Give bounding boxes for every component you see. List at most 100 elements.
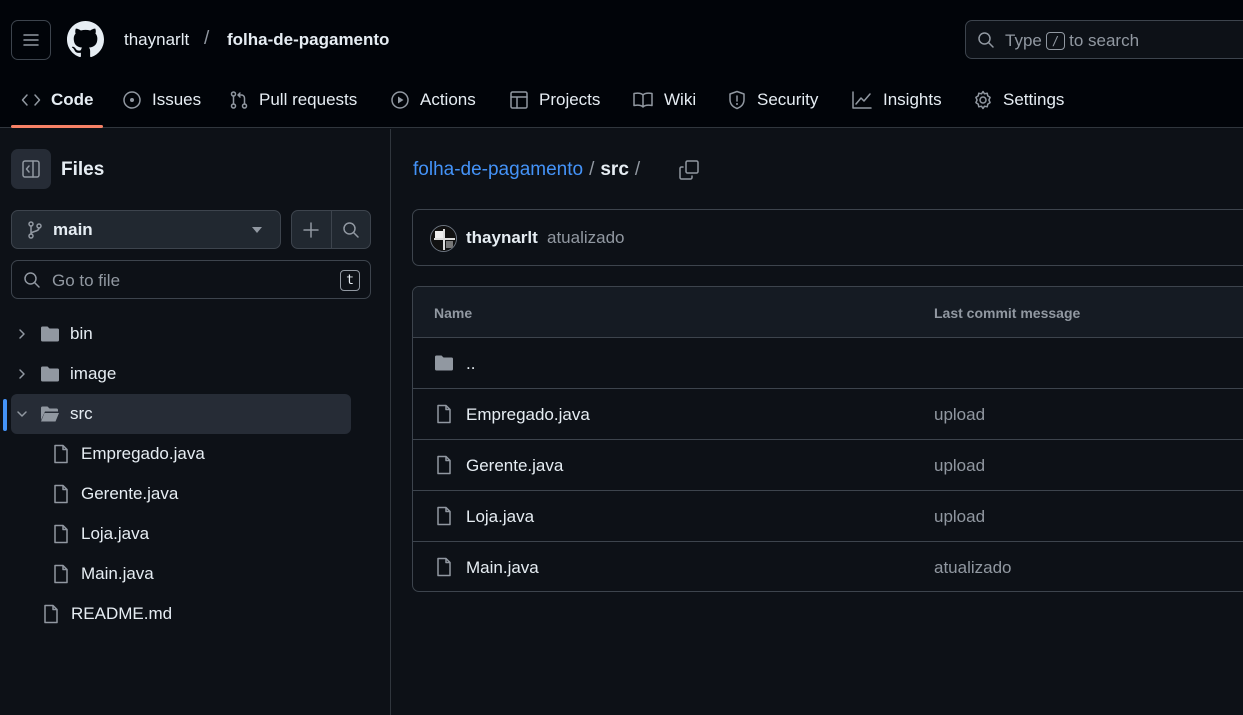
file-icon bbox=[437, 455, 451, 475]
file-icon bbox=[437, 404, 451, 424]
tab-issues[interactable]: Issues bbox=[122, 86, 201, 114]
tab-settings[interactable]: Settings bbox=[973, 86, 1064, 114]
search-shortcut-key: / bbox=[1045, 32, 1066, 50]
commit-message-link[interactable]: atualizado bbox=[934, 558, 1012, 578]
book-icon bbox=[633, 92, 653, 108]
latest-commit-box: thaynarlt atualizado bbox=[412, 209, 1243, 266]
table-row: Empregado.java upload bbox=[413, 389, 1243, 440]
commit-message-link[interactable]: upload bbox=[934, 507, 985, 527]
selected-item-indicator bbox=[3, 399, 7, 431]
branch-selector[interactable]: main bbox=[11, 210, 281, 249]
files-title: Files bbox=[61, 159, 105, 180]
file-icon bbox=[44, 604, 58, 624]
breadcrumb-repo-link[interactable]: folha-de-pagamento bbox=[413, 159, 583, 181]
chevron-down-icon bbox=[17, 411, 27, 417]
table-header: Name Last commit message bbox=[413, 287, 1243, 338]
avatar[interactable] bbox=[430, 225, 457, 252]
active-tab-indicator bbox=[11, 125, 103, 128]
breadcrumb-separator: / bbox=[204, 28, 210, 49]
folder-icon bbox=[41, 326, 59, 342]
go-to-file-shortcut: t bbox=[340, 270, 360, 291]
file-name-link[interactable]: Main.java bbox=[466, 558, 539, 578]
tree-item-gerente-java[interactable]: Gerente.java bbox=[51, 474, 351, 514]
tree-item-main-java[interactable]: Main.java bbox=[51, 554, 351, 594]
folder-open-icon bbox=[41, 406, 59, 422]
add-file-button[interactable] bbox=[292, 211, 331, 248]
repo-tabs: Code Issues Pull requests Actions Projec… bbox=[0, 72, 1243, 128]
parent-directory-link[interactable]: .. bbox=[466, 354, 475, 374]
owner-link[interactable]: thaynarlt bbox=[124, 30, 189, 50]
search-icon bbox=[978, 32, 994, 48]
tab-projects[interactable]: Projects bbox=[509, 86, 600, 114]
search-input[interactable]: Type / to search bbox=[965, 20, 1243, 59]
commit-message-link[interactable]: upload bbox=[934, 456, 985, 476]
file-actions-group bbox=[291, 210, 371, 249]
tab-actions[interactable]: Actions bbox=[390, 86, 476, 114]
copy-icon bbox=[679, 160, 699, 180]
file-name-link[interactable]: Empregado.java bbox=[466, 405, 590, 425]
search-icon bbox=[343, 221, 359, 238]
chevron-right-icon bbox=[19, 369, 25, 379]
search-placeholder: Type / to search bbox=[1005, 31, 1140, 50]
repo-header: thaynarlt / folha-de-pagamento Type / to… bbox=[0, 0, 1243, 128]
tree-item-empregado-java[interactable]: Empregado.java bbox=[51, 434, 351, 474]
avatar-image bbox=[431, 226, 456, 251]
table-row: Loja.java upload bbox=[413, 491, 1243, 542]
tab-wiki[interactable]: Wiki bbox=[632, 86, 696, 114]
branch-icon bbox=[28, 220, 42, 239]
branch-name: main bbox=[53, 219, 93, 239]
tree-item-loja-java[interactable]: Loja.java bbox=[51, 514, 351, 554]
folder-icon bbox=[435, 355, 453, 371]
table-row: Gerente.java upload bbox=[413, 440, 1243, 491]
pull-request-icon bbox=[230, 91, 248, 109]
commit-message-link[interactable]: upload bbox=[934, 405, 985, 425]
hamburger-icon bbox=[23, 34, 39, 46]
github-logo-icon[interactable] bbox=[67, 21, 104, 58]
column-header-name: Name bbox=[434, 305, 473, 321]
copy-path-button[interactable] bbox=[678, 159, 700, 181]
tree-item-src[interactable]: src bbox=[11, 394, 351, 434]
code-icon bbox=[21, 94, 41, 106]
file-icon bbox=[54, 444, 68, 464]
file-name-link[interactable]: Loja.java bbox=[466, 507, 534, 527]
commit-message[interactable]: atualizado bbox=[547, 228, 625, 248]
file-icon bbox=[54, 524, 68, 544]
go-to-file-input[interactable]: Go to file t bbox=[11, 260, 371, 299]
menu-button[interactable] bbox=[11, 20, 51, 60]
breadcrumb-trailing-separator: / bbox=[634, 159, 641, 180]
play-icon bbox=[391, 91, 409, 109]
go-to-file-placeholder: Go to file bbox=[52, 271, 121, 290]
file-icon bbox=[437, 557, 451, 577]
tree-item-readme-md[interactable]: README.md bbox=[41, 594, 351, 634]
caret-down-icon bbox=[252, 227, 262, 233]
table-row: Main.java atualizado bbox=[413, 542, 1243, 591]
file-list-table: Name Last commit message .. Empregado.ja… bbox=[412, 286, 1243, 592]
collapse-sidebar-button[interactable] bbox=[11, 149, 51, 189]
table-row-parent-directory[interactable]: .. bbox=[413, 338, 1243, 389]
breadcrumb: folha-de-pagamento / src / bbox=[413, 159, 646, 181]
tab-security[interactable]: Security bbox=[727, 86, 818, 114]
folder-icon bbox=[41, 366, 59, 382]
table-icon bbox=[510, 91, 528, 109]
file-icon bbox=[54, 564, 68, 584]
tab-pull-requests[interactable]: Pull requests bbox=[229, 86, 357, 114]
file-icon bbox=[437, 506, 451, 526]
chevron-right-icon bbox=[19, 329, 25, 339]
commit-author[interactable]: thaynarlt bbox=[466, 228, 538, 248]
gear-icon bbox=[975, 90, 991, 110]
file-name-link[interactable]: Gerente.java bbox=[466, 456, 563, 476]
issue-icon bbox=[123, 91, 141, 109]
shield-icon bbox=[729, 90, 745, 110]
tab-insights[interactable]: Insights bbox=[851, 86, 942, 114]
graph-icon bbox=[852, 91, 872, 109]
sidebar-collapse-icon bbox=[22, 160, 40, 178]
tab-code[interactable]: Code bbox=[21, 86, 94, 114]
plus-icon bbox=[303, 221, 320, 238]
file-tree-sidebar: Files main Go to file t bin image src Em… bbox=[0, 129, 391, 715]
file-icon bbox=[54, 484, 68, 504]
tree-item-bin[interactable]: bin bbox=[11, 314, 351, 354]
search-icon bbox=[24, 272, 40, 288]
search-files-button[interactable] bbox=[330, 211, 370, 248]
tree-item-image[interactable]: image bbox=[11, 354, 351, 394]
repo-link[interactable]: folha-de-pagamento bbox=[227, 30, 389, 50]
